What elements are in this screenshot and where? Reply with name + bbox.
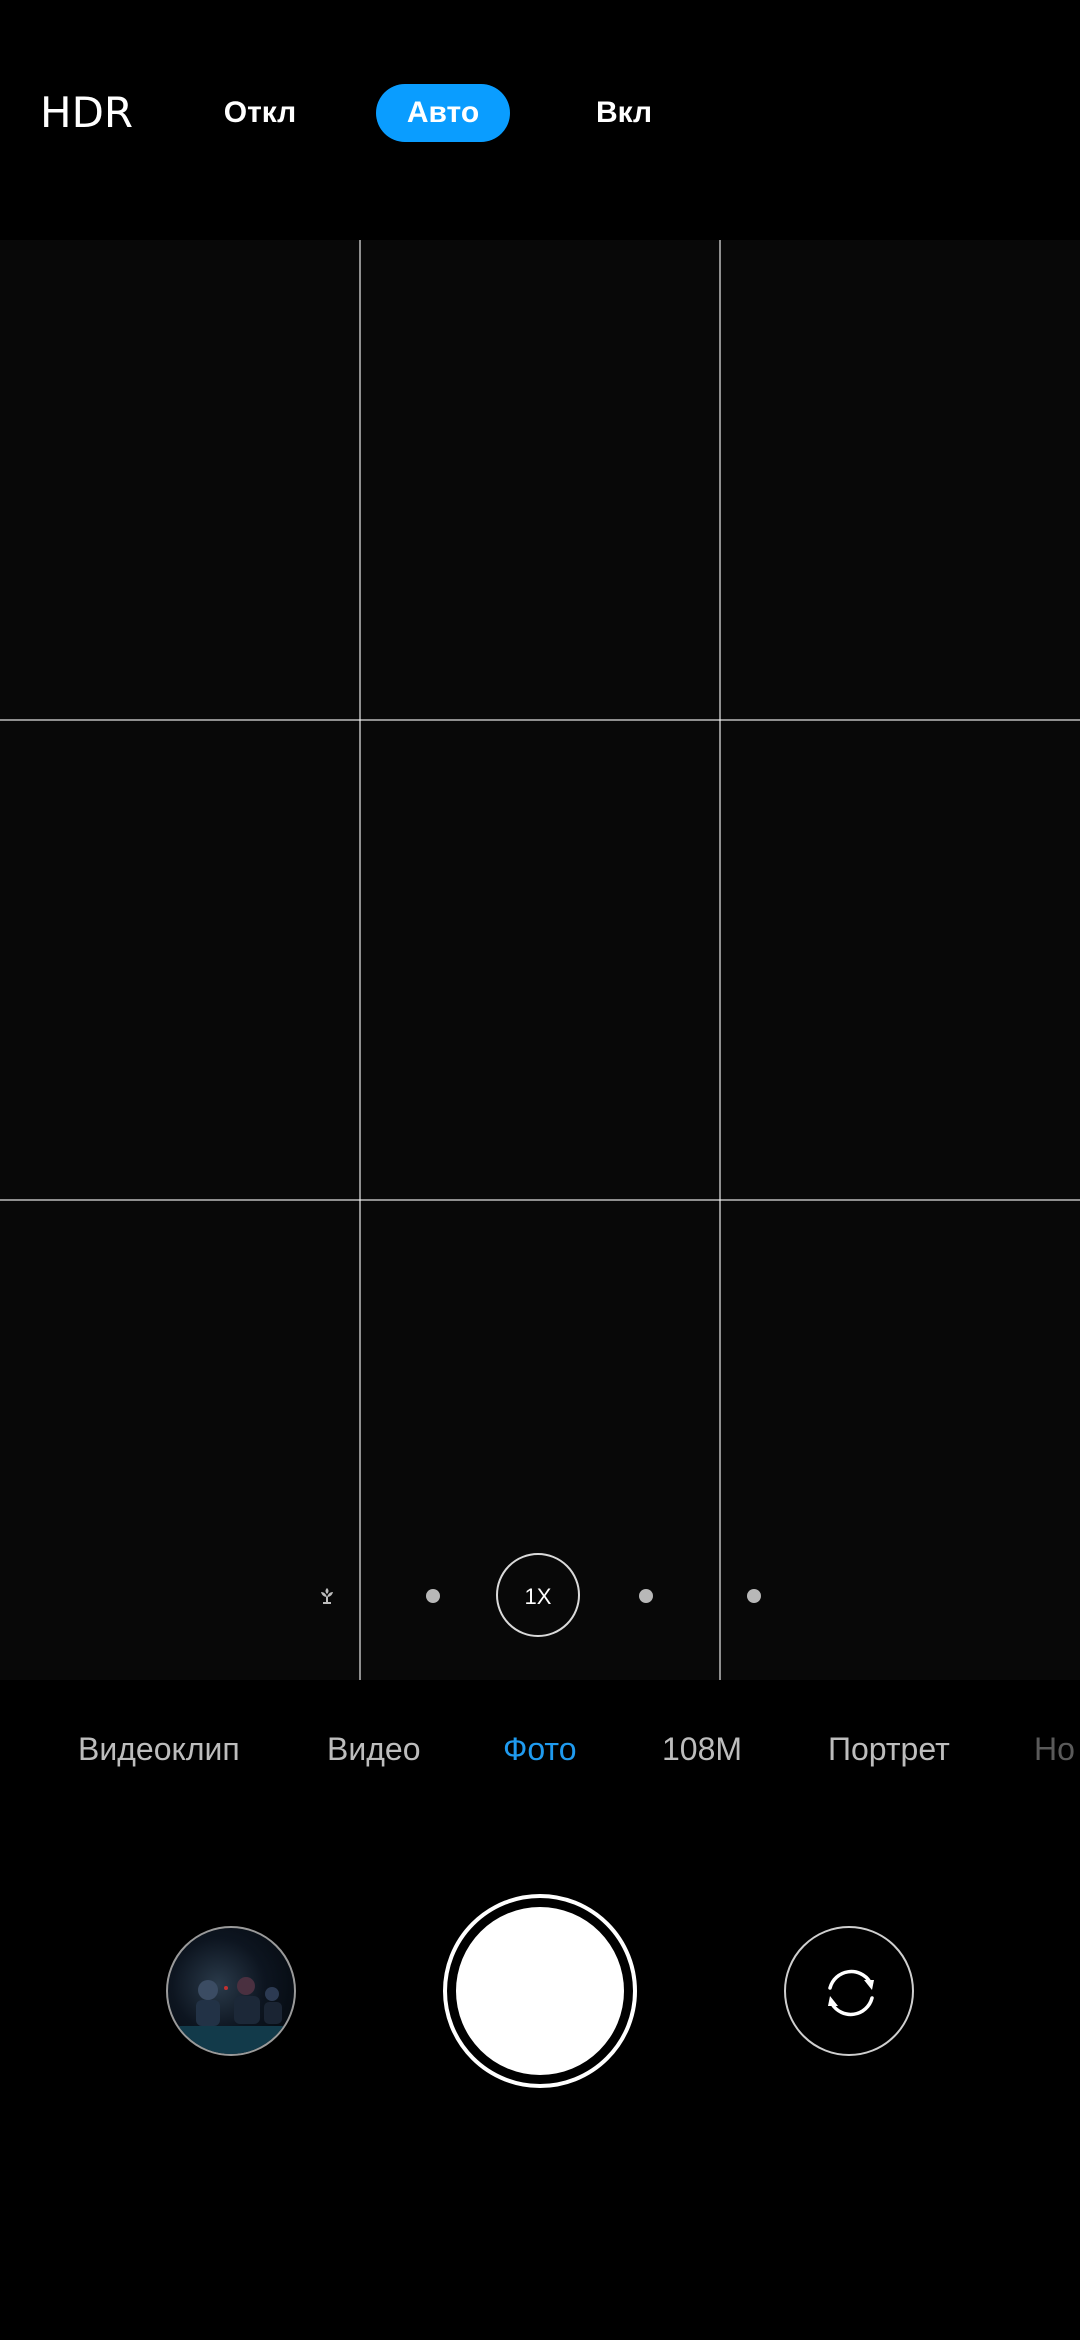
hdr-option-auto[interactable]: Авто (376, 84, 510, 142)
mode-video[interactable]: Видео (327, 1729, 420, 1769)
gallery-thumbnail[interactable] (166, 1926, 296, 2056)
zoom-1x-button[interactable]: 1X (496, 1553, 580, 1637)
mode-selector: Видеоклип Видео Фото 108M Портрет Но (0, 1680, 1080, 1820)
grid-line-horizontal (0, 1199, 1080, 1201)
shutter-button[interactable] (443, 1894, 637, 2088)
mode-photo[interactable]: Фото (503, 1729, 577, 1769)
grid-line-vertical (719, 240, 721, 1680)
mode-next[interactable]: Но (1034, 1729, 1075, 1769)
viewfinder[interactable] (0, 240, 1080, 1680)
grid-line-vertical (359, 240, 361, 1680)
hdr-label: HDR (40, 88, 134, 137)
mode-108m[interactable]: 108M (662, 1729, 742, 1769)
hdr-bar: HDR Откл Авто Вкл (0, 0, 1080, 240)
zoom-level-dot[interactable] (747, 1589, 761, 1603)
hdr-option-on[interactable]: Вкл (564, 84, 684, 142)
zoom-level-dot[interactable] (426, 1589, 440, 1603)
switch-camera-icon (828, 1969, 874, 2017)
shutter-inner (456, 1907, 624, 2075)
hdr-option-off[interactable]: Откл (200, 84, 320, 142)
camera-app: HDR Откл Авто Вкл 1X Видеоклип Видео Фот… (0, 0, 1080, 2340)
grid-line-horizontal (0, 719, 1080, 721)
macro-icon[interactable] (316, 1584, 338, 1606)
switch-camera-button[interactable] (784, 1926, 914, 2056)
mode-portrait[interactable]: Портрет (828, 1729, 950, 1769)
zoom-level-dot[interactable] (639, 1589, 653, 1603)
mode-videoclip[interactable]: Видеоклип (78, 1729, 240, 1769)
gallery-preview-image (168, 1977, 294, 2054)
